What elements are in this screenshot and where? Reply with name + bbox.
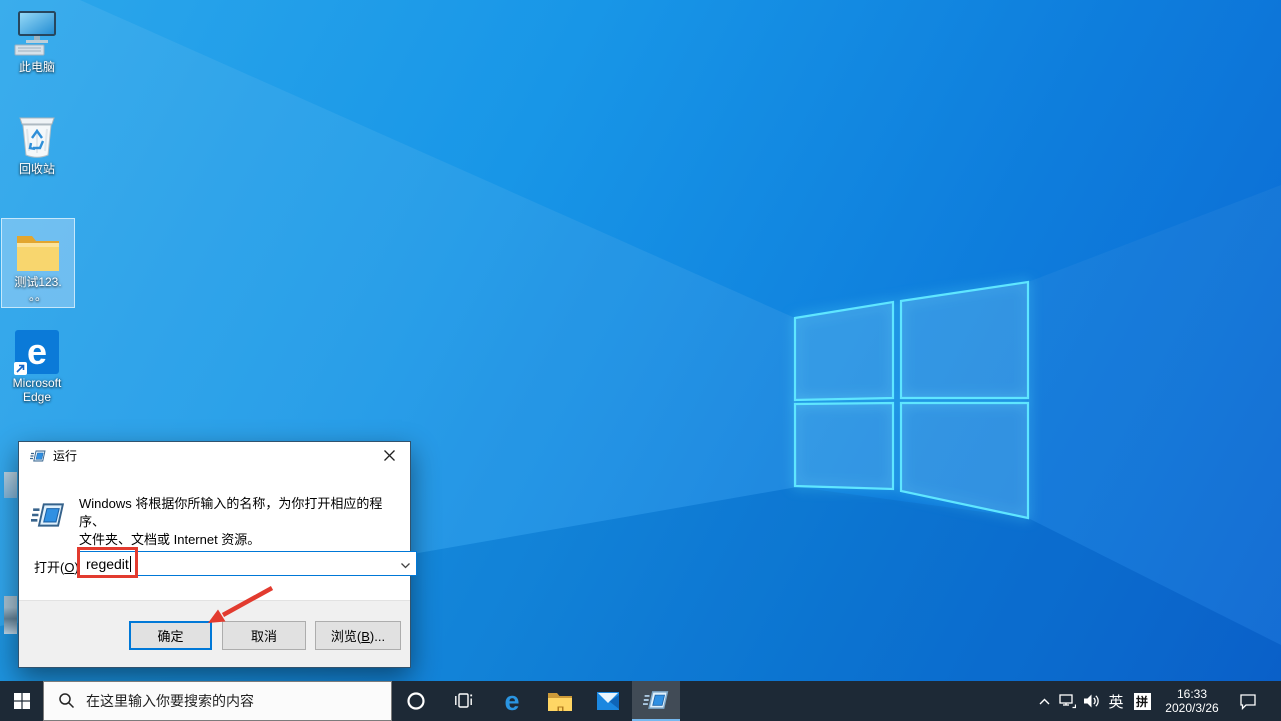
edge-taskbar-button[interactable]: e (488, 681, 536, 721)
network-icon (1059, 694, 1076, 709)
chevron-down-icon[interactable] (400, 558, 411, 574)
run-dialog-icon (30, 448, 46, 464)
browse-button[interactable]: 浏览(B)... (315, 621, 401, 650)
windows-desktop: 此电脑 回收站 测试123. 。。 e (0, 0, 1281, 721)
action-center-icon (1239, 693, 1257, 710)
file-explorer-button[interactable] (536, 681, 584, 721)
task-view-icon (454, 692, 474, 710)
shortcut-arrow-icon (14, 362, 27, 375)
cortana-button[interactable] (392, 681, 440, 721)
run-dialog-title: 运行 (53, 447, 77, 464)
mail-icon (596, 690, 620, 712)
close-icon[interactable] (368, 442, 410, 469)
ime-mode-badge: 拼 (1134, 693, 1151, 710)
tray-time: 16:33 (1165, 687, 1218, 701)
chevron-up-icon (1039, 698, 1050, 705)
edge-icon: e (504, 688, 519, 715)
tray-volume[interactable] (1079, 681, 1103, 721)
desktop-icon-label: 测试123. (2, 276, 74, 288)
desktop-icon-microsoft-edge[interactable]: e Microsoft Edge (0, 326, 74, 403)
run-open-input-value: regedit (86, 556, 129, 572)
tray-ime-mode[interactable]: 拼 (1129, 681, 1155, 721)
tray-ime-language[interactable]: 英 (1103, 681, 1129, 721)
desktop-icon-this-pc[interactable]: 此电脑 (0, 8, 74, 73)
cortana-icon (406, 691, 426, 711)
text-caret (130, 556, 131, 572)
run-message-icon (31, 498, 65, 535)
run-dialog-footer: 确定 取消 浏览(B)... (19, 600, 410, 667)
cancel-button[interactable]: 取消 (222, 621, 306, 650)
desktop-icon-label: 此电脑 (0, 61, 74, 73)
hidden-desktop-icon-sliver (4, 596, 17, 634)
action-center-button[interactable] (1229, 681, 1267, 721)
search-input[interactable] (43, 681, 392, 721)
speaker-icon (1083, 693, 1100, 709)
run-dialog-message: Windows 将根据你所输入的名称，为你打开相应的程序、 文件夹、文档或 In… (79, 495, 404, 549)
open-field-label: 打开(O): (34, 557, 82, 576)
tray-show-hidden-icons[interactable] (1033, 681, 1055, 721)
run-open-input[interactable]: regedit (78, 551, 417, 576)
desktop-icon-test-folder[interactable]: 测试123. 。。 (2, 219, 74, 307)
run-dialog: 运行 Windows 将根据你所输入的名称，为你打开相应的程序、 文件夹、文档或… (18, 441, 411, 668)
start-button[interactable] (0, 681, 43, 721)
ok-button[interactable]: 确定 (129, 621, 212, 650)
windows-logo-wallpaper (780, 268, 1040, 528)
task-view-button[interactable] (440, 681, 488, 721)
folder-icon (2, 225, 74, 273)
taskbar-search[interactable] (43, 681, 392, 721)
recycle-bin-icon (0, 110, 74, 160)
windows-start-icon (14, 693, 30, 709)
this-pc-icon (0, 8, 74, 58)
hidden-desktop-icon-sliver (4, 472, 17, 498)
desktop-icon-label-line2: Edge (0, 391, 74, 403)
desktop-icon-label-line2: 。。 (2, 290, 74, 302)
taskbar: e (0, 681, 1281, 721)
file-explorer-icon (547, 690, 573, 712)
tray-date: 2020/3/26 (1165, 701, 1218, 715)
run-app-icon (643, 687, 669, 713)
edge-tile-icon: e (0, 326, 74, 374)
desktop-icon-label: Microsoft (0, 377, 74, 389)
tray-clock[interactable]: 16:33 2020/3/26 (1159, 681, 1225, 721)
tray-network[interactable] (1055, 681, 1079, 721)
system-tray: 英 拼 16:33 2020/3/26 (1033, 681, 1281, 721)
desktop-icon-recycle-bin[interactable]: 回收站 (0, 110, 74, 175)
run-dialog-titlebar[interactable]: 运行 (19, 442, 410, 469)
run-app-taskbar-button[interactable] (632, 681, 680, 721)
desktop-icon-label: 回收站 (0, 163, 74, 175)
mail-button[interactable] (584, 681, 632, 721)
